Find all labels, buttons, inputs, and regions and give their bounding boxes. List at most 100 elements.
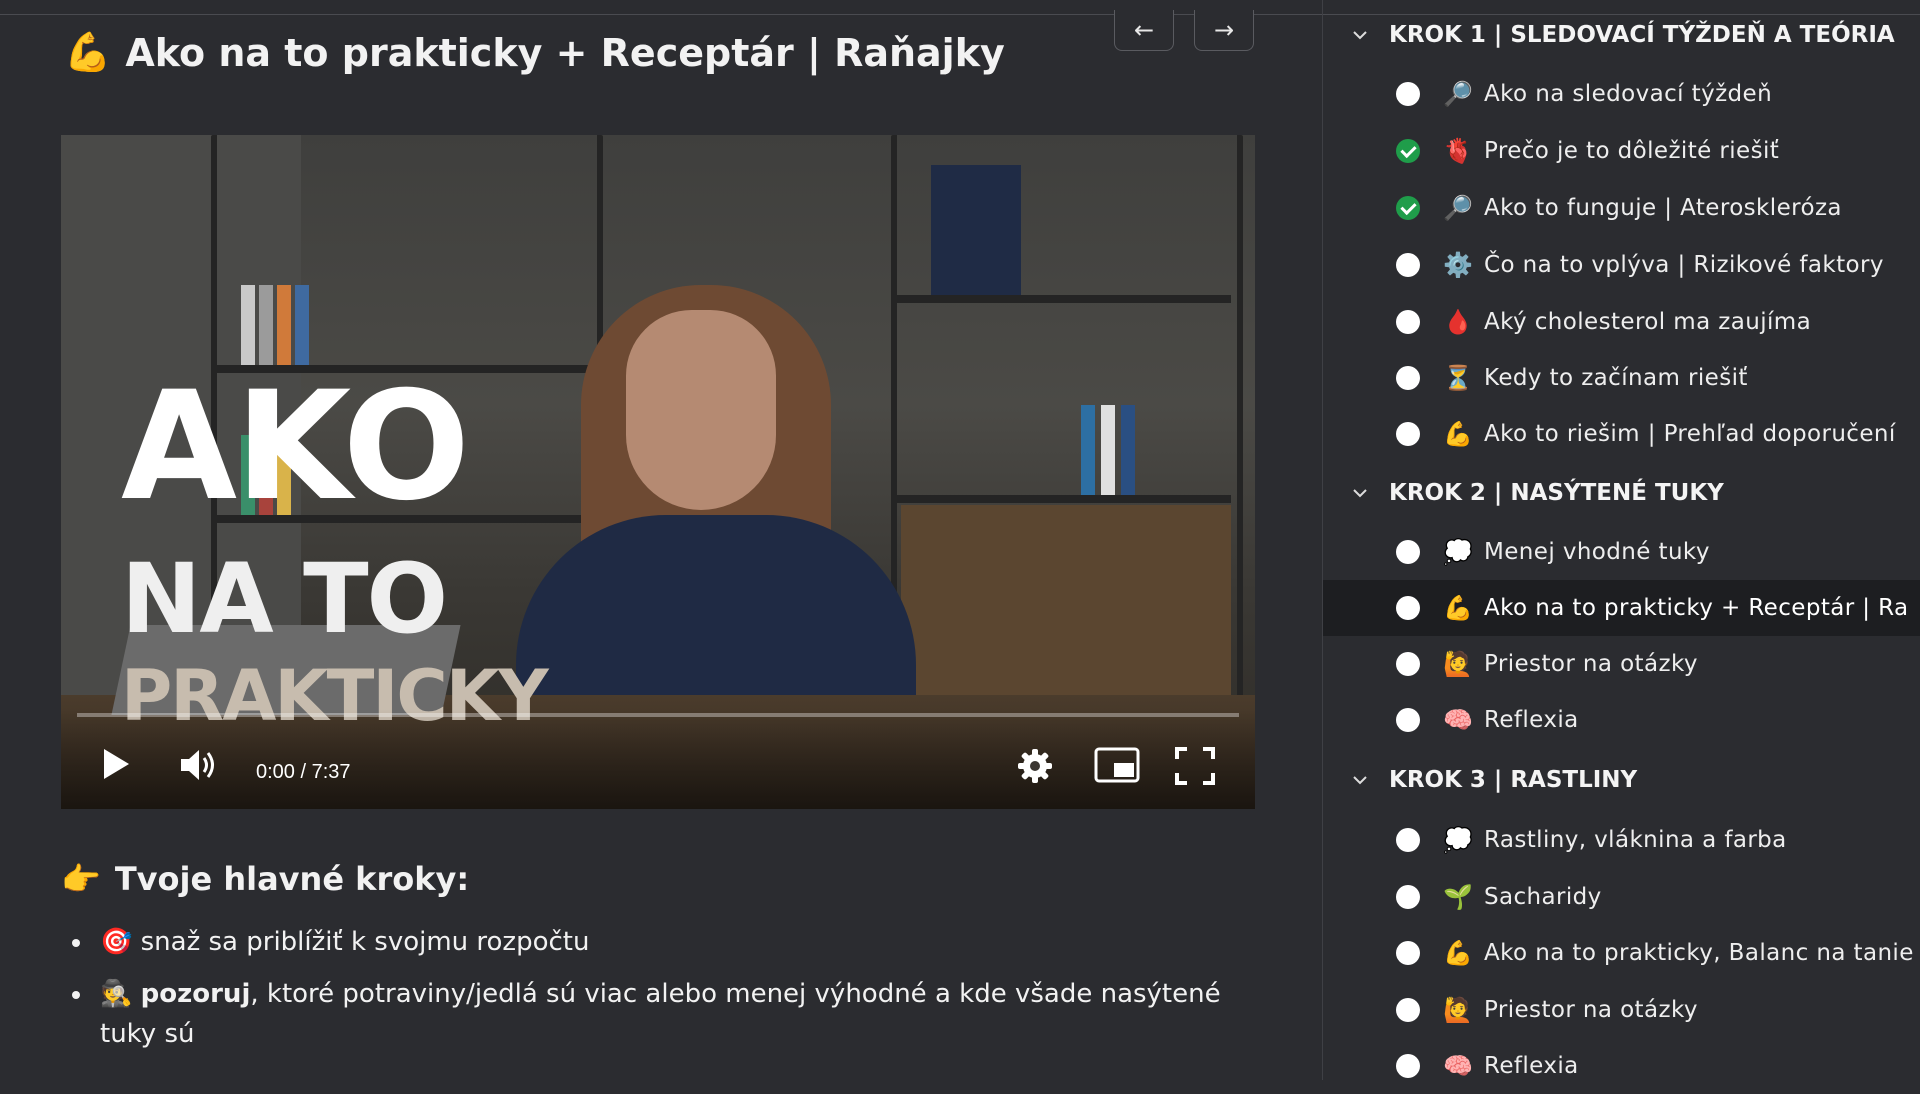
lesson-item[interactable]: 🙋 Priestor na otázky	[1323, 636, 1920, 692]
arrow-left-icon: ←	[1133, 16, 1155, 44]
module-header-krok-1[interactable]: KROK 1 | SLEDOVACÍ TÝŽDEŇ A TEÓRIA	[1353, 15, 1895, 55]
video-progress-bar[interactable]	[77, 713, 1239, 717]
settings-button[interactable]	[1016, 747, 1054, 785]
lesson-label: Aký cholesterol ma zaujíma	[1484, 309, 1812, 335]
lesson-item[interactable]: 🧠 Reflexia	[1323, 692, 1920, 748]
lesson-status-radio[interactable]	[1396, 82, 1420, 106]
lesson-item[interactable]: 🧠 Reflexia	[1323, 1038, 1920, 1094]
lesson-label: Čo na to vplýva | Rizikové faktory	[1484, 252, 1884, 278]
app-window: 💪 Ako na to prakticky + Receptár | Raňaj…	[0, 0, 1920, 1080]
page-title: 💪 Ako na to prakticky + Receptár | Raňaj…	[64, 30, 1005, 75]
lesson-item[interactable]: 🔎 Ako na sledovací týždeň	[1323, 66, 1920, 122]
thumbnail-book	[259, 285, 273, 365]
pointing-hand-icon: 👉	[61, 860, 101, 898]
module-header-krok-3[interactable]: KROK 3 | RASTLINY	[1353, 760, 1637, 800]
arrow-right-icon: →	[1213, 16, 1235, 44]
lesson-status-radio[interactable]	[1396, 941, 1420, 965]
page-title-text: Ako na to prakticky + Receptár | Raňajky	[125, 30, 1005, 75]
thumbnail-book	[241, 285, 255, 365]
thought-bubble-icon: 💭	[1443, 826, 1473, 854]
lesson-item[interactable]: 💭 Menej vhodné tuky	[1323, 524, 1920, 580]
module-title: KROK 3 | RASTLINY	[1389, 767, 1638, 793]
step-text: snaž sa priblížiť k svojmu rozpočtu	[140, 927, 590, 957]
lesson-status-radio[interactable]	[1396, 596, 1420, 620]
fullscreen-button[interactable]	[1175, 747, 1215, 785]
flexed-biceps-icon: 💪	[1443, 594, 1473, 622]
lesson-status-radio[interactable]	[1396, 998, 1420, 1022]
lesson-item[interactable]: 💭 Rastliny, vláknina a farba	[1323, 812, 1920, 868]
play-button[interactable]	[101, 747, 131, 781]
previous-lesson-button[interactable]: ←	[1114, 10, 1174, 51]
settings-icon	[1018, 749, 1052, 783]
next-lesson-button[interactable]: →	[1194, 10, 1254, 51]
thumbnail-book	[1081, 405, 1095, 495]
lesson-label: Priestor na otázky	[1484, 997, 1698, 1023]
volume-button[interactable]	[179, 747, 219, 783]
lesson-complete-check[interactable]	[1396, 139, 1420, 163]
flexed-biceps-icon: 💪	[64, 30, 112, 74]
lesson-item[interactable]: 🔎 Ako to funguje | Ateroskleróza	[1323, 180, 1920, 236]
module-header-krok-2[interactable]: KROK 2 | NASÝTENÉ TUKY	[1353, 473, 1724, 513]
lesson-label: Ako na sledovací týždeň	[1484, 81, 1773, 107]
thumbnail-text-line-2: NA TO	[121, 543, 448, 655]
lesson-item-active[interactable]: 💪 Ako na to prakticky + Receptár | Ra	[1323, 580, 1920, 636]
lesson-status-radio[interactable]	[1396, 708, 1420, 732]
lesson-status-radio[interactable]	[1396, 422, 1420, 446]
lesson-item[interactable]: 🙋 Priestor na otázky	[1323, 982, 1920, 1038]
lesson-status-radio[interactable]	[1396, 652, 1420, 676]
lesson-label: Priestor na otázky	[1484, 651, 1698, 677]
lesson-item[interactable]: 💪 Ako to riešim | Prehľad doporučení	[1323, 406, 1920, 462]
lesson-status-radio[interactable]	[1396, 828, 1420, 852]
miniplayer-button[interactable]	[1094, 747, 1140, 783]
chevron-down-icon	[1353, 31, 1367, 40]
thumbnail-book	[1121, 405, 1135, 495]
chevron-down-icon	[1353, 489, 1367, 498]
lesson-item[interactable]: ⏳ Kedy to začínam riešiť	[1323, 350, 1920, 406]
lesson-item[interactable]: ⚙️ Čo na to vplýva | Rizikové faktory	[1323, 237, 1920, 293]
thumbnail-book	[295, 285, 309, 365]
lesson-item[interactable]: 🩸 Aký cholesterol ma zaujíma	[1323, 294, 1920, 350]
lesson-status-radio[interactable]	[1396, 540, 1420, 564]
miniplayer-icon	[1094, 747, 1140, 783]
brain-icon: 🧠	[1443, 1052, 1473, 1080]
thumbnail-shelf-board	[891, 495, 1231, 503]
gear-icon: ⚙️	[1443, 251, 1473, 279]
module-title: KROK 2 | NASÝTENÉ TUKY	[1389, 480, 1724, 506]
lesson-item[interactable]: 💪 Ako na to prakticky, Balanc na tanie	[1323, 925, 1920, 981]
lesson-item[interactable]: 🫀 Prečo je to dôležité riešiť	[1323, 123, 1920, 179]
lesson-status-radio[interactable]	[1396, 1054, 1420, 1078]
lesson-label: Ako to funguje | Ateroskleróza	[1484, 195, 1842, 221]
magnifier-icon: 🔎	[1443, 194, 1473, 222]
lesson-status-radio[interactable]	[1396, 310, 1420, 334]
thought-bubble-icon: 💭	[1443, 538, 1473, 566]
lesson-label: Menej vhodné tuky	[1484, 539, 1710, 565]
lesson-label: Reflexia	[1484, 1053, 1579, 1079]
lesson-complete-check[interactable]	[1396, 196, 1420, 220]
flexed-biceps-icon: 💪	[1443, 939, 1473, 967]
target-icon: 🎯	[100, 927, 133, 957]
lesson-label: Ako na to prakticky + Receptár | Ra	[1484, 595, 1909, 621]
video-player[interactable]: AKO NA TO PRAKTICKY 0:00 / 7:37	[61, 135, 1255, 809]
lesson-label: Kedy to začínam riešiť	[1484, 365, 1748, 391]
video-controls: 0:00 / 7:37	[61, 709, 1255, 809]
module-title: KROK 1 | SLEDOVACÍ TÝŽDEŇ A TEÓRIA	[1389, 22, 1895, 48]
steps-list: 🎯 snaž sa priblížiť k svojmu rozpočtu 🕵️…	[70, 922, 1270, 1066]
video-thumbnail: AKO NA TO PRAKTICKY	[61, 135, 1255, 809]
lesson-status-radio[interactable]	[1396, 885, 1420, 909]
brain-icon: 🧠	[1443, 706, 1473, 734]
heart-icon: 🫀	[1443, 137, 1473, 165]
magnifier-icon: 🔎	[1443, 80, 1473, 108]
lesson-status-radio[interactable]	[1396, 253, 1420, 277]
play-icon	[104, 749, 129, 779]
lesson-status-radio[interactable]	[1396, 366, 1420, 390]
steps-heading-text: Tvoje hlavné kroky:	[114, 860, 470, 898]
lesson-label: Ako to riešim | Prehľad doporučení	[1484, 421, 1896, 447]
thumbnail-text-line-1: AKO	[121, 360, 470, 534]
lesson-label: Ako na to prakticky, Balanc na tanie	[1484, 940, 1914, 966]
thumbnail-book	[931, 165, 1021, 295]
lesson-item[interactable]: 🌱 Sacharidy	[1323, 869, 1920, 925]
volume-icon	[181, 750, 214, 780]
fullscreen-icon	[1175, 747, 1215, 785]
thumbnail-shelf-board	[891, 295, 1231, 303]
detective-icon: 🕵️	[100, 979, 133, 1009]
